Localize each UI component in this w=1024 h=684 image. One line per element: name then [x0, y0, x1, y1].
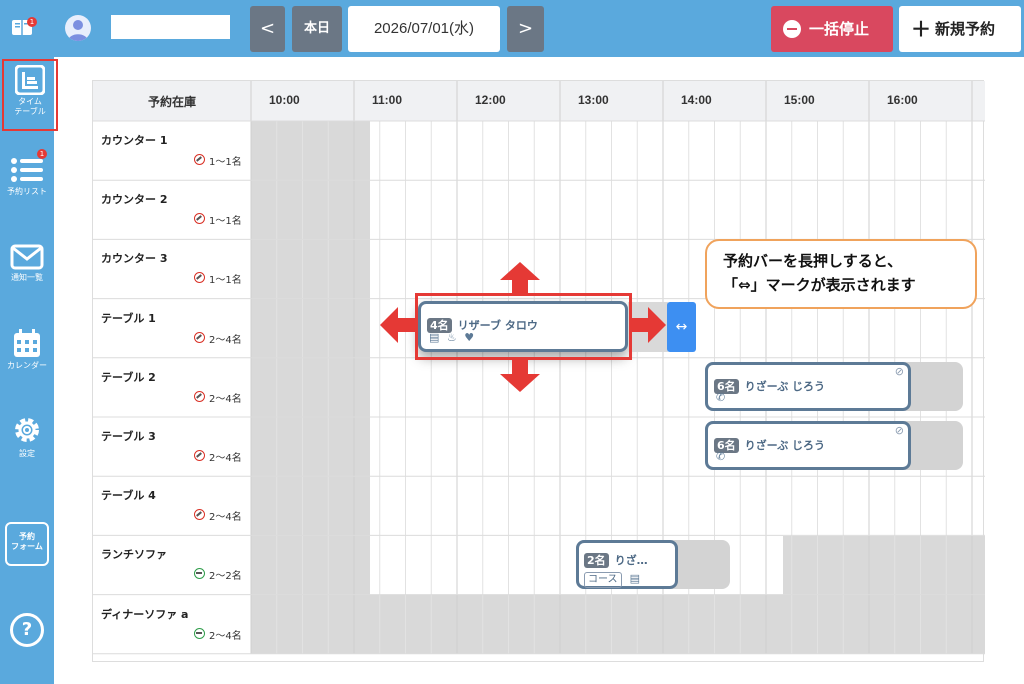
- row-header[interactable]: カウンター 1 1〜1名: [93, 121, 251, 180]
- phone-icon: ✆: [716, 391, 726, 404]
- row-name: ディナーソファ a: [101, 607, 189, 621]
- row-capacity: 2〜4名: [209, 630, 242, 642]
- hour-label: 14:00: [681, 93, 712, 107]
- row-capacity: 1〜1名: [209, 275, 242, 287]
- row-name: テーブル 2: [101, 370, 156, 384]
- row-header[interactable]: テーブル 4 2〜4名: [93, 476, 251, 535]
- guest-name: りざーぶ じろう: [744, 439, 826, 452]
- row-header[interactable]: カウンター 3 1〜1名: [93, 239, 251, 298]
- course-tag: コース: [584, 572, 622, 588]
- link-icon: ⊘: [894, 424, 904, 437]
- resize-handle[interactable]: ↔: [667, 302, 696, 352]
- guest-name: りざ…: [614, 554, 648, 567]
- row-name: カウンター 1: [101, 134, 168, 147]
- row-header[interactable]: テーブル 1 2〜4名: [93, 299, 251, 358]
- hour-label: 16:00: [887, 93, 918, 107]
- no-smoking-icon: [194, 154, 205, 165]
- row-name: ランチソファ: [101, 548, 167, 562]
- today-button[interactable]: 本日: [292, 6, 342, 52]
- row-header[interactable]: テーブル 2 2〜4名: [93, 358, 251, 417]
- row-capacity: 2〜4名: [209, 334, 242, 346]
- timetable-icon: [15, 65, 45, 95]
- phone-icon: ✆: [716, 450, 726, 463]
- row-capacity: 2〜4名: [209, 512, 242, 524]
- row-name: カウンター 2: [101, 193, 168, 207]
- row-name: テーブル 4: [101, 489, 156, 503]
- new-reservation-button[interactable]: ＋ 新規予約: [899, 6, 1021, 52]
- no-smoking-icon: [194, 331, 205, 343]
- reservation-bar[interactable]: 6名 りざーぶ じろう ⊘ ✆: [705, 421, 911, 470]
- row-name: テーブル 1: [101, 311, 156, 325]
- no-smoking-icon: [194, 509, 205, 521]
- hour-label: 10:00: [269, 93, 300, 107]
- top-bar: 1 < 本日 2026/07/01(水) > 一括停止 ＋ 新規予約: [0, 0, 1024, 57]
- notification-badge: 1: [27, 17, 37, 27]
- sidebar-item-settings[interactable]: 設定: [0, 413, 54, 459]
- row-capacity: 2〜4名: [209, 453, 242, 464]
- reservation-bar[interactable]: 2名 りざ… コース ▤: [576, 540, 678, 589]
- sidebar-item-list[interactable]: 1 予約リスト: [0, 149, 54, 197]
- instruction-callout: 予約バーを長押しすると、 「⇔」マークが表示されます: [705, 239, 977, 309]
- date-display[interactable]: 2026/07/01(水): [348, 6, 500, 52]
- sidebar-item-notifications[interactable]: 通知一覧: [0, 243, 54, 283]
- mail-icon: [10, 244, 44, 270]
- resize-icon: ↔: [675, 319, 688, 335]
- link-icon: ⊘: [894, 365, 904, 378]
- gear-icon: [15, 418, 39, 442]
- stop-all-button[interactable]: 一括停止: [771, 6, 893, 52]
- row-name: テーブル 3: [101, 430, 156, 443]
- memo-icon: ▤: [629, 572, 640, 585]
- help-button[interactable]: ?: [10, 613, 44, 647]
- sidebar: タイム テーブル 1 予約リスト 通知一覧 カレンダー 設定 予約 フォーム ?: [0, 57, 58, 684]
- avatar[interactable]: [65, 15, 91, 41]
- smoking-icon: [194, 627, 205, 639]
- reservation-bar[interactable]: 6名 りざーぶ じろう ⊘ ✆: [705, 362, 911, 411]
- no-smoking-icon: [194, 390, 205, 402]
- row-capacity: 1〜1名: [209, 157, 242, 168]
- row-name: カウンター 3: [101, 252, 168, 266]
- calendar-icon: [14, 329, 40, 357]
- user-name-field: [111, 15, 230, 39]
- hour-label: 11:00: [372, 93, 403, 107]
- row-capacity: 1〜1名: [209, 216, 242, 228]
- party-size: 2名: [584, 553, 609, 568]
- list-icon: [11, 158, 43, 182]
- no-smoking-icon: [194, 272, 205, 284]
- reservation-shadow-tail: [628, 302, 668, 352]
- reservation-tail: [905, 362, 963, 411]
- prev-day-button[interactable]: <: [250, 6, 285, 52]
- next-day-button[interactable]: >: [507, 6, 544, 52]
- help-icon: ?: [21, 619, 33, 640]
- reservation-tail: [905, 421, 963, 470]
- no-smoking-icon: [194, 450, 205, 461]
- smoking-icon: [194, 568, 205, 580]
- guest-name: りざーぶ じろう: [744, 380, 826, 393]
- row-header[interactable]: ランチソファ 2〜2名: [93, 535, 251, 594]
- list-badge: 1: [37, 149, 47, 159]
- sidebar-item-calendar[interactable]: カレンダー: [0, 327, 54, 371]
- row-header[interactable]: テーブル 3 2〜4名: [93, 417, 251, 476]
- reservation-tail: [672, 540, 730, 589]
- hour-label: 13:00: [578, 93, 609, 107]
- corner-header: 予約在庫: [147, 95, 196, 109]
- no-smoking-icon: [194, 213, 205, 225]
- hour-label: 15:00: [784, 93, 815, 107]
- row-capacity: 2〜2名: [209, 571, 242, 583]
- book-icon[interactable]: 1: [11, 17, 37, 41]
- highlight-frame: [415, 293, 632, 360]
- sidebar-item-timetable[interactable]: タイム テーブル: [2, 59, 58, 131]
- sidebar-item-form[interactable]: 予約 フォーム: [5, 522, 49, 566]
- row-header[interactable]: ディナーソファ a 2〜4名: [93, 595, 251, 654]
- minus-circle-icon: [783, 20, 801, 38]
- hour-label: 12:00: [475, 93, 506, 107]
- row-capacity: 2〜4名: [209, 393, 242, 405]
- row-header[interactable]: カウンター 2 1〜1名: [93, 180, 251, 239]
- plus-icon: ＋: [911, 17, 931, 41]
